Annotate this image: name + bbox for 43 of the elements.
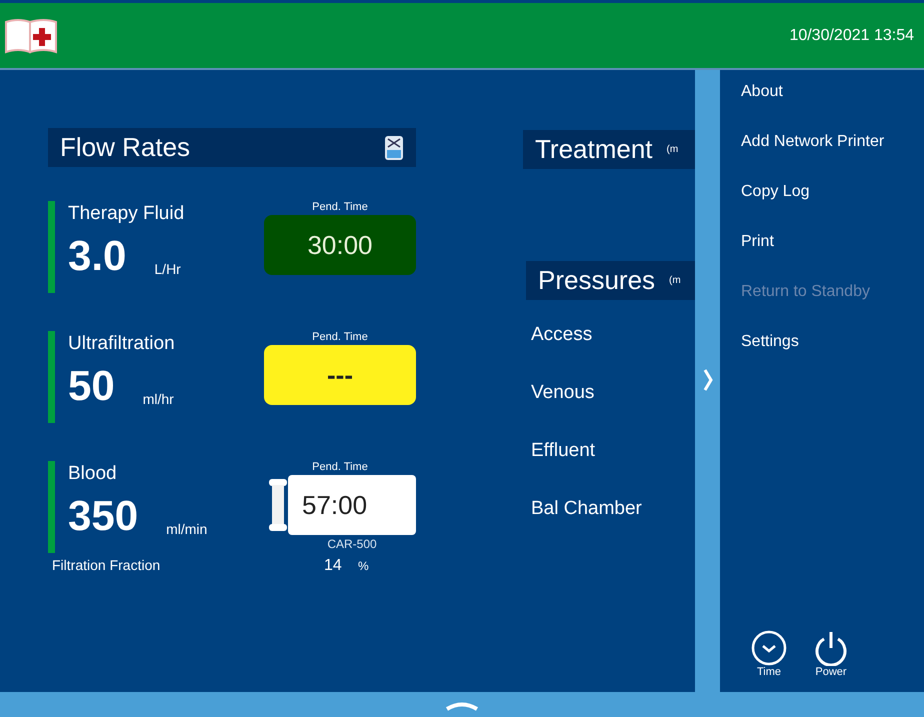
- menu-handle[interactable]: [695, 70, 720, 692]
- fraction-value: 14: [324, 557, 343, 575]
- menu-item[interactable]: About: [741, 80, 924, 130]
- bottom-bar[interactable]: [0, 692, 924, 717]
- chevron-right-icon: [702, 368, 712, 392]
- pend-time-label: Pend. Time: [311, 201, 369, 213]
- pressure-label: Effluent: [531, 439, 596, 463]
- pend-time-label: Pend. Time: [311, 331, 369, 343]
- menu-item[interactable]: Settings: [741, 330, 924, 380]
- flow-label: Blood: [68, 463, 118, 485]
- power-icon: [813, 630, 849, 666]
- section-title: Flow Rates: [60, 132, 190, 163]
- flow-unit: ml/min: [166, 521, 208, 537]
- menu-item[interactable]: Add Network Printer: [741, 130, 924, 180]
- action-button[interactable]: Power: [813, 630, 849, 678]
- filter-icon[interactable]: [384, 134, 404, 160]
- flow-value: 3.0: [68, 235, 126, 277]
- pend-time-button[interactable]: ---: [264, 345, 416, 405]
- flow-label: Ultrafiltration: [68, 333, 175, 355]
- pend-time-button[interactable]: 30:00: [264, 215, 416, 275]
- flow-value: 50: [68, 365, 115, 407]
- flow-unit: ml/hr: [142, 391, 174, 407]
- section-unit: (m: [666, 144, 678, 155]
- action-button[interactable]: Time: [751, 630, 787, 678]
- section-title: Treatment: [535, 134, 653, 165]
- pressure-label: Bal Chamber: [531, 497, 643, 521]
- menu-item[interactable]: Print: [741, 230, 924, 280]
- date-time: 10/30/2021 13:54: [789, 26, 914, 44]
- menu-item[interactable]: Copy Log: [741, 180, 924, 230]
- pressure-label: Venous: [531, 381, 596, 405]
- fraction-label: Filtration Fraction: [52, 557, 162, 573]
- pressure-label: Access: [531, 323, 594, 347]
- flow-label: Therapy Fluid: [68, 203, 184, 225]
- pend-time-label: Pend. Time: [311, 461, 369, 473]
- section-unit: (m: [669, 275, 681, 286]
- pend-time-button[interactable]: 57:00: [288, 475, 416, 535]
- flow-value: 350: [68, 495, 138, 537]
- clock-icon: [751, 630, 787, 666]
- flow-unit: L/Hr: [154, 261, 181, 277]
- section-title: Pressures: [538, 265, 656, 296]
- filter-label: CAR-500: [326, 537, 378, 551]
- fraction-unit: %: [358, 559, 369, 573]
- flag-cross-icon: [4, 18, 58, 54]
